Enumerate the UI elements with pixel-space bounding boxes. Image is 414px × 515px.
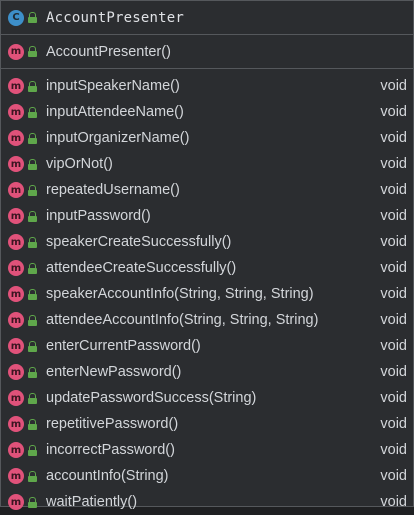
return-type: void <box>380 390 407 406</box>
method-row[interactable]: m repetitivePassword() void <box>1 411 413 437</box>
public-lock-icon <box>28 496 37 508</box>
method-name: updatePasswordSuccess(String) <box>46 390 257 406</box>
method-row[interactable]: m inputSpeakerName() void <box>1 73 413 99</box>
constructor-name: AccountPresenter() <box>46 43 171 60</box>
method-name: waitPatiently() <box>46 494 138 510</box>
method-name: accountInfo(String) <box>46 468 169 484</box>
return-type: void <box>380 416 407 432</box>
method-row[interactable]: m inputPassword() void <box>1 203 413 229</box>
method-row[interactable]: m updatePasswordSuccess(String) void <box>1 385 413 411</box>
method-row[interactable]: m vipOrNot() void <box>1 151 413 177</box>
method-row[interactable]: m repeatedUsername() void <box>1 177 413 203</box>
method-icon: m <box>8 390 24 406</box>
method-row[interactable]: m speakerCreateSuccessfully() void <box>1 229 413 255</box>
method-icon: m <box>8 286 24 302</box>
return-type: void <box>380 338 407 354</box>
method-name: inputOrganizerName() <box>46 130 190 146</box>
method-name: incorrectPassword() <box>46 442 175 458</box>
method-row[interactable]: m inputOrganizerName() void <box>1 125 413 151</box>
method-name: inputAttendeeName() <box>46 104 184 120</box>
method-icon: m <box>8 494 24 510</box>
return-type: void <box>380 234 407 250</box>
method-icon: m <box>8 130 24 146</box>
method-name: vipOrNot() <box>46 156 113 172</box>
public-lock-icon <box>28 46 37 57</box>
method-name: attendeeAccountInfo(String, String, Stri… <box>46 312 319 328</box>
method-row[interactable]: m waitPatiently() void <box>1 489 413 515</box>
method-row[interactable]: m enterCurrentPassword() void <box>1 333 413 359</box>
method-name: enterCurrentPassword() <box>46 338 201 354</box>
public-lock-icon <box>28 392 37 404</box>
method-row[interactable]: m speakerAccountInfo(String, String, Stri… <box>1 281 413 307</box>
uml-class-box: C AccountPresenter m AccountPresenter() … <box>0 0 414 510</box>
method-icon: m <box>8 234 24 250</box>
return-type: void <box>380 182 407 198</box>
method-icon: m <box>8 208 24 224</box>
method-row[interactable]: m inputAttendeeName() void <box>1 99 413 125</box>
method-row[interactable]: m enterNewPassword() void <box>1 359 413 385</box>
public-lock-icon <box>28 132 37 144</box>
method-icon: m <box>8 364 24 380</box>
method-icon: m <box>8 312 24 328</box>
class-icon: C <box>8 9 24 26</box>
public-lock-icon <box>28 444 37 456</box>
return-type: void <box>380 494 407 510</box>
method-name: repeatedUsername() <box>46 182 180 198</box>
class-header[interactable]: C AccountPresenter <box>1 1 413 35</box>
public-lock-icon <box>28 314 37 326</box>
public-lock-icon <box>28 418 37 430</box>
return-type: void <box>380 312 407 328</box>
method-row[interactable]: m incorrectPassword() void <box>1 437 413 463</box>
method-icon: m <box>8 156 24 172</box>
method-name: repetitivePassword() <box>46 416 179 432</box>
public-lock-icon <box>28 340 37 352</box>
public-lock-icon <box>28 210 37 222</box>
class-name: AccountPresenter <box>46 9 185 26</box>
return-type: void <box>380 104 407 120</box>
method-name: attendeeCreateSuccessfully() <box>46 260 237 276</box>
method-icon: m <box>8 260 24 276</box>
public-lock-icon <box>28 12 37 23</box>
method-icon: m <box>8 78 24 94</box>
method-name: enterNewPassword() <box>46 364 182 380</box>
public-lock-icon <box>28 366 37 378</box>
return-type: void <box>380 286 407 302</box>
public-lock-icon <box>28 236 37 248</box>
method-icon: m <box>8 43 24 60</box>
method-row[interactable]: m attendeeCreateSuccessfully() void <box>1 255 413 281</box>
method-icon: m <box>8 104 24 120</box>
method-name: inputPassword() <box>46 208 151 224</box>
return-type: void <box>380 260 407 276</box>
public-lock-icon <box>28 288 37 300</box>
method-icon: m <box>8 442 24 458</box>
public-lock-icon <box>28 184 37 196</box>
method-name: speakerCreateSuccessfully() <box>46 234 232 250</box>
method-list: m inputSpeakerName() void m inputAttendeeNa… <box>1 69 413 515</box>
method-name: inputSpeakerName() <box>46 78 180 94</box>
public-lock-icon <box>28 470 37 482</box>
constructor-row[interactable]: m AccountPresenter() <box>1 35 413 69</box>
method-name: speakerAccountInfo(String, String, Strin… <box>46 286 314 302</box>
return-type: void <box>380 78 407 94</box>
method-icon: m <box>8 468 24 484</box>
return-type: void <box>380 208 407 224</box>
method-icon: m <box>8 338 24 354</box>
public-lock-icon <box>28 262 37 274</box>
method-icon: m <box>8 416 24 432</box>
method-row[interactable]: m accountInfo(String) void <box>1 463 413 489</box>
public-lock-icon <box>28 106 37 118</box>
return-type: void <box>380 156 407 172</box>
return-type: void <box>380 442 407 458</box>
return-type: void <box>380 468 407 484</box>
return-type: void <box>380 130 407 146</box>
public-lock-icon <box>28 158 37 170</box>
public-lock-icon <box>28 80 37 92</box>
method-icon: m <box>8 182 24 198</box>
method-row[interactable]: m attendeeAccountInfo(String, String, Str… <box>1 307 413 333</box>
return-type: void <box>380 364 407 380</box>
